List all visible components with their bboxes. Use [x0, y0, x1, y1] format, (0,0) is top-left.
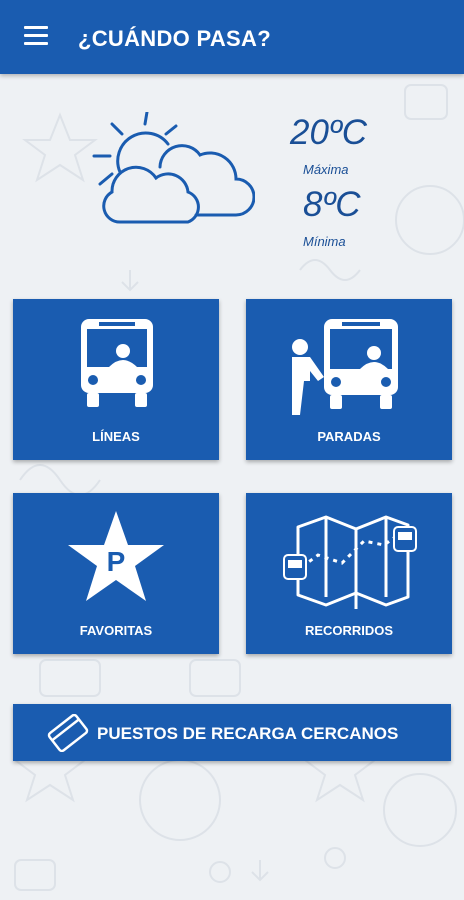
min-temperature: 8ºC	[303, 185, 361, 224]
recharge-points-button[interactable]: PUESTOS DE RECARGA CERCANOS	[13, 704, 451, 761]
hamburger-menu-icon[interactable]	[24, 26, 48, 46]
bus-icon	[81, 319, 153, 407]
min-temperature-label: Mínima	[303, 234, 346, 249]
star-parking-icon: P	[68, 511, 164, 601]
max-temperature: 20ºC	[290, 113, 367, 152]
tile-label: PARADAS	[317, 429, 381, 444]
card-icon	[47, 714, 89, 752]
max-temperature-label: Máxima	[303, 162, 349, 177]
tile-label: RECORRIDOS	[304, 623, 394, 638]
tile-label: LÍNEAS	[92, 429, 140, 444]
app-bar: ¿CUÁNDO PASA?	[0, 0, 464, 74]
tile-lineas[interactable]: LÍNEAS	[13, 299, 219, 460]
tile-paradas[interactable]: PARADAS	[246, 299, 452, 460]
svg-text:P: P	[107, 546, 126, 577]
partly-cloudy-icon	[92, 112, 255, 224]
tile-label: FAVORITAS	[79, 623, 153, 638]
recharge-points-label: PUESTOS DE RECARGA CERCANOS	[97, 724, 399, 743]
bus-stop-icon	[292, 319, 398, 415]
app-title: ¿CUÁNDO PASA?	[78, 26, 271, 51]
tile-favoritas[interactable]: P FAVORITAS	[13, 493, 219, 654]
tile-recorridos[interactable]: RECORRIDOS	[246, 493, 452, 654]
route-map-icon	[283, 515, 417, 609]
